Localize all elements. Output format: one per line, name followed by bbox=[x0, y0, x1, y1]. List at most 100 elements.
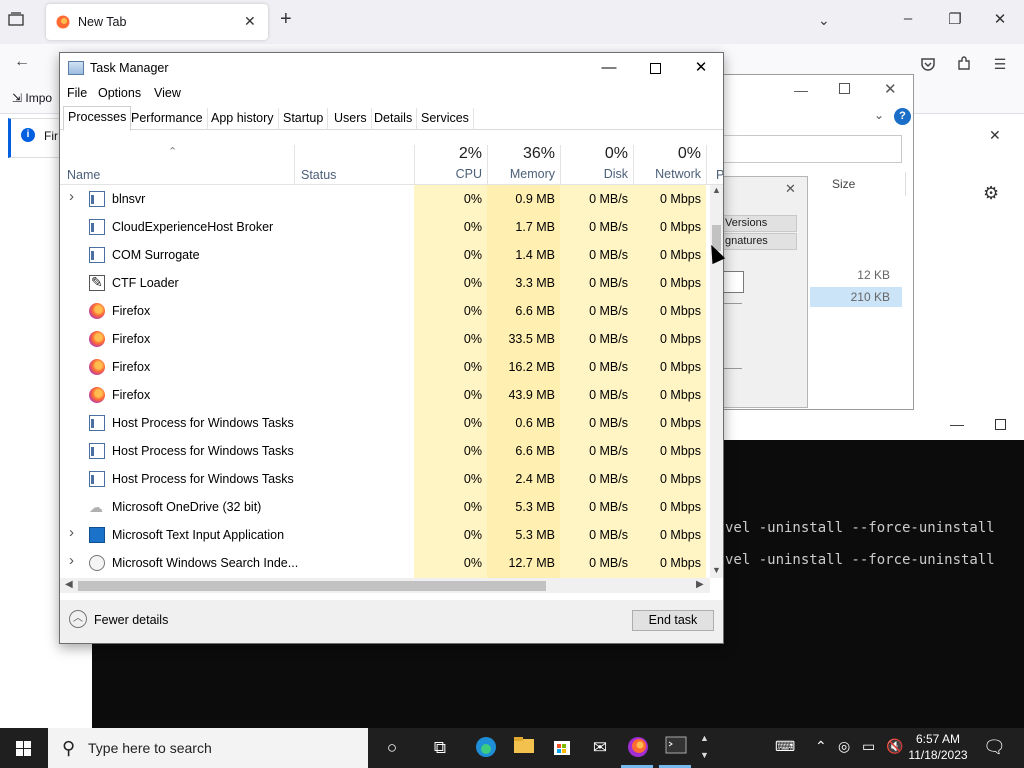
close-icon[interactable]: ✕ bbox=[678, 53, 723, 83]
minimize-icon[interactable]: — bbox=[586, 53, 632, 83]
memory-percent[interactable]: 36% bbox=[493, 145, 555, 163]
scroll-left-icon[interactable]: ◀ bbox=[65, 579, 73, 590]
file-explorer-icon[interactable] bbox=[512, 736, 536, 760]
expand-chevron-icon[interactable]: › bbox=[69, 188, 74, 205]
tab-users[interactable]: Users bbox=[330, 108, 372, 130]
dialog-minimize-icon[interactable]: — bbox=[794, 82, 808, 98]
dialog-search-box[interactable] bbox=[722, 135, 902, 163]
tab-versions[interactable]: Versions bbox=[722, 215, 797, 232]
chevron-up-icon[interactable]: ⌃ bbox=[815, 738, 827, 755]
firefox-icon[interactable] bbox=[626, 736, 650, 760]
menu-view[interactable]: View bbox=[154, 86, 181, 100]
horizontal-scrollbar[interactable]: ◀ ▶ bbox=[60, 578, 710, 593]
mail-icon[interactable]: ✉ bbox=[588, 736, 612, 760]
process-row[interactable]: › blnsvr 0% 0.9 MB 0 MB/s 0 Mbps bbox=[60, 185, 710, 213]
column-power[interactable]: P bbox=[716, 168, 723, 182]
edge-icon[interactable] bbox=[474, 736, 498, 760]
process-row[interactable]: › Microsoft Text Input Application 0% 5.3 M… bbox=[60, 521, 710, 549]
close-window-icon[interactable]: ✕ bbox=[985, 10, 1015, 28]
maximize-icon[interactable] bbox=[632, 53, 678, 83]
sort-ascending-icon: ⌃ bbox=[168, 146, 178, 158]
tab-list-icon[interactable] bbox=[8, 12, 24, 29]
task-manager-titlebar[interactable]: Task Manager — ✕ bbox=[60, 53, 723, 83]
minimize-icon[interactable]: – bbox=[893, 10, 923, 27]
tab-details[interactable]: Details bbox=[370, 108, 418, 130]
disk-percent[interactable]: 0% bbox=[566, 145, 628, 163]
restore-icon[interactable]: ❐ bbox=[940, 10, 970, 28]
terminal-maximize-icon[interactable] bbox=[995, 419, 1006, 430]
network-icon[interactable]: ▭ bbox=[862, 738, 875, 755]
start-button[interactable] bbox=[0, 728, 48, 768]
tab-app-history[interactable]: App history bbox=[207, 108, 279, 130]
store-icon[interactable] bbox=[550, 736, 574, 760]
expand-chevron-icon[interactable]: › bbox=[69, 524, 74, 541]
chevron-down-icon[interactable]: ⌄ bbox=[818, 12, 830, 29]
volume-muted-icon[interactable]: 🔇 bbox=[886, 738, 903, 755]
extensions-icon[interactable] bbox=[954, 56, 974, 74]
network-percent[interactable]: 0% bbox=[639, 145, 701, 163]
column-network[interactable]: Network bbox=[639, 167, 701, 181]
process-row[interactable]: COM Surrogate 0% 1.4 MB 0 MB/s 0 Mbps bbox=[60, 241, 710, 269]
column-disk[interactable]: Disk bbox=[566, 167, 628, 181]
scroll-right-icon[interactable]: ▶ bbox=[696, 579, 704, 590]
info-bar-text: Fir bbox=[44, 129, 58, 143]
end-task-button[interactable]: End task bbox=[632, 610, 714, 631]
cortana-icon[interactable]: ○ bbox=[380, 736, 404, 760]
process-row[interactable]: Host Process for Windows Tasks 0% 0.6 MB 0 … bbox=[60, 409, 710, 437]
keyboard-icon[interactable]: ⌨ bbox=[775, 738, 795, 755]
tab-processes[interactable]: Processes bbox=[63, 106, 132, 131]
scroll-down-icon[interactable]: ▼ bbox=[712, 565, 721, 575]
tab-services[interactable]: Services bbox=[417, 108, 474, 130]
taskbar-scroll-icon[interactable]: ▲ ▼ bbox=[700, 730, 709, 764]
menu-options[interactable]: Options bbox=[98, 86, 141, 100]
task-view-icon[interactable]: ⧉ bbox=[428, 736, 452, 760]
size-column-header[interactable]: Size bbox=[832, 177, 855, 191]
dialog-close-icon[interactable]: ✕ bbox=[884, 80, 897, 98]
tab-signatures[interactable]: gnatures bbox=[722, 233, 797, 250]
tab-startup[interactable]: Startup bbox=[279, 108, 329, 130]
scrollbar-thumb[interactable] bbox=[78, 581, 546, 591]
gear-icon[interactable]: ⚙ bbox=[983, 183, 999, 204]
menu-file[interactable]: File bbox=[67, 86, 87, 100]
dialog-field[interactable] bbox=[722, 271, 744, 293]
cpu-percent[interactable]: 2% bbox=[420, 145, 482, 163]
menu-icon[interactable]: ☰ bbox=[990, 56, 1010, 74]
process-row[interactable]: Host Process for Windows Tasks 0% 6.6 MB 0 … bbox=[60, 437, 710, 465]
dialog-maximize-icon[interactable] bbox=[839, 83, 850, 94]
process-row[interactable]: Host Process for Windows Tasks 0% 2.4 MB 0 … bbox=[60, 465, 710, 493]
column-cpu[interactable]: CPU bbox=[420, 167, 482, 181]
expand-chevron-icon[interactable]: › bbox=[69, 552, 74, 569]
column-memory[interactable]: Memory bbox=[493, 167, 555, 181]
browser-tab[interactable]: New Tab ✕ bbox=[46, 4, 268, 40]
process-row[interactable]: Firefox 0% 43.9 MB 0 MB/s 0 Mbps bbox=[60, 381, 710, 409]
pocket-icon[interactable] bbox=[918, 56, 938, 74]
meet-now-icon[interactable]: ◎ bbox=[838, 738, 850, 755]
fewer-details-link[interactable]: Fewer details bbox=[94, 613, 168, 627]
tab-performance[interactable]: Performance bbox=[127, 108, 208, 130]
chevron-up-icon[interactable]: ︿ bbox=[69, 610, 87, 628]
close-tab-icon[interactable]: ✕ bbox=[244, 13, 256, 30]
chevron-down-icon[interactable]: ⌄ bbox=[874, 108, 884, 122]
process-row[interactable]: CTF Loader 0% 3.3 MB 0 MB/s 0 Mbps bbox=[60, 269, 710, 297]
terminal-minimize-icon[interactable]: — bbox=[950, 416, 964, 432]
scroll-up-icon[interactable]: ▲ bbox=[712, 185, 721, 195]
process-row[interactable]: › Microsoft Windows Search Inde... 0% 12.7 … bbox=[60, 549, 710, 577]
terminal-icon[interactable] bbox=[664, 736, 688, 760]
column-name[interactable]: Name bbox=[67, 168, 100, 182]
clock[interactable]: 6:57 AM 11/18/2023 bbox=[906, 731, 970, 763]
new-tab-button[interactable]: + bbox=[280, 9, 292, 29]
notifications-icon[interactable]: 🗨 bbox=[983, 737, 1006, 758]
back-arrow-icon[interactable]: ← bbox=[14, 53, 30, 71]
file-size-selected[interactable]: 210 KB bbox=[810, 287, 902, 307]
process-row[interactable]: Firefox 0% 6.6 MB 0 MB/s 0 Mbps bbox=[60, 297, 710, 325]
taskbar-search-box[interactable]: ⚲ Type here to search bbox=[48, 728, 368, 768]
process-row[interactable]: Firefox 0% 33.5 MB 0 MB/s 0 Mbps bbox=[60, 325, 710, 353]
process-row[interactable]: CloudExperienceHost Broker 0% 1.7 MB 0 MB/s… bbox=[60, 213, 710, 241]
column-status[interactable]: Status bbox=[301, 168, 336, 182]
import-bookmarks-link[interactable]: ⇲ Impo bbox=[12, 91, 52, 105]
process-row[interactable]: Firefox 0% 16.2 MB 0 MB/s 0 Mbps bbox=[60, 353, 710, 381]
help-icon[interactable]: ? bbox=[894, 108, 911, 125]
inner-dialog-close-icon[interactable]: ✕ bbox=[785, 181, 796, 197]
process-row[interactable]: ☁ Microsoft OneDrive (32 bit) 0% 5.3 MB 0 MB… bbox=[60, 493, 710, 521]
close-infobar-icon[interactable]: ✕ bbox=[989, 127, 1001, 144]
